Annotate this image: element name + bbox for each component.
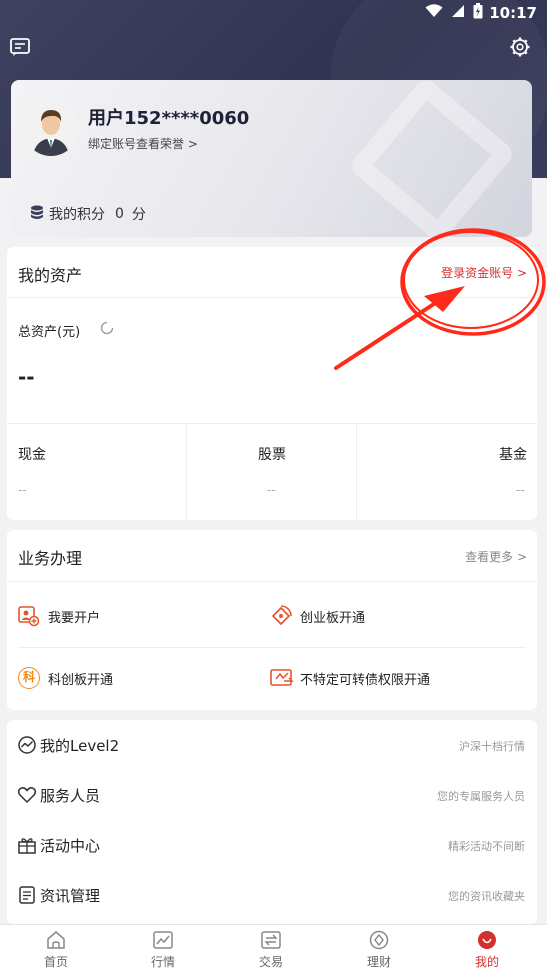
gem-board-icon: [270, 605, 292, 627]
stock-label: 股票: [258, 447, 286, 463]
menu-list-card: 我的Level2 沪深十档行情 服务人员 您的专属服务人员 活动中心 精彩活动不…: [7, 720, 537, 924]
menu-item-hint: 您的专属服务人员: [437, 790, 525, 803]
trade-icon: [260, 930, 282, 950]
total-assets-label: 总资产(元): [18, 325, 81, 340]
star-market-item[interactable]: 科 科创板开通: [18, 667, 113, 689]
menu-item-label: 服务人员: [40, 787, 101, 805]
tab-finance[interactable]: 理财: [349, 930, 409, 970]
login-fund-account-link[interactable]: 登录资金账号 >: [441, 264, 527, 281]
menu-item-label: 资讯管理: [40, 887, 101, 905]
status-time: 10:17: [489, 4, 537, 22]
business-card: 业务办理 查看更多 > 我要开户 创业板开通 科 科创板开通 不特定可转债权限开…: [7, 530, 537, 710]
menu-item-news-management[interactable]: 资讯管理 您的资讯收藏夹: [7, 870, 537, 920]
tab-profile[interactable]: 我的: [457, 930, 517, 970]
star-market-icon: 科: [18, 667, 40, 689]
menu-item-level2[interactable]: 我的Level2 沪深十档行情: [7, 720, 537, 770]
view-more-label: 查看更多: [465, 550, 514, 564]
market-chart-icon: [152, 930, 174, 950]
home-icon: [45, 930, 67, 950]
user-card: 用户152****0060 绑定账号查看荣誉 > 我的积分 0 分: [11, 80, 532, 237]
document-icon: [17, 885, 37, 905]
view-more-link[interactable]: 查看更多 >: [465, 548, 527, 565]
stock-value: --: [267, 483, 276, 497]
gift-icon: [17, 835, 37, 855]
status-bar: 10:17: [0, 0, 547, 26]
points-label: 我的积分: [49, 207, 105, 223]
points-row[interactable]: 我的积分 0 分: [29, 204, 146, 224]
points-value: 0: [115, 206, 124, 222]
menu-item-label: 我的Level2: [40, 737, 120, 755]
tab-label: 我的: [474, 955, 499, 969]
avatar[interactable]: [23, 100, 79, 156]
menu-item-label: 活动中心: [40, 837, 101, 855]
convertible-bond-item[interactable]: 不特定可转债权限开通: [270, 667, 430, 689]
total-assets-value: --: [18, 365, 35, 389]
user-name: 用户152****0060: [88, 108, 250, 129]
settings-gear-icon[interactable]: [509, 36, 531, 58]
finance-icon: [368, 930, 390, 950]
cash-value: --: [18, 483, 27, 497]
fund-value: --: [516, 483, 525, 497]
open-account-label: 我要开户: [48, 610, 101, 626]
heart-icon: [17, 785, 37, 805]
bottom-tab-bar: 首页 行情 交易 理财 我的: [0, 924, 547, 972]
open-account-icon: [18, 605, 40, 627]
tab-market[interactable]: 行情: [133, 930, 193, 970]
chevron-right-icon: >: [187, 137, 198, 151]
cash-label: 现金: [18, 447, 46, 463]
bind-account-label: 绑定账号查看荣誉: [88, 137, 185, 151]
assets-card: 我的资产 登录资金账号 > 总资产(元) -- 现金 -- 股票 -- 基金 -…: [7, 247, 537, 520]
points-unit: 分: [131, 207, 146, 223]
chart-icon: [17, 735, 37, 755]
fund-label: 基金: [499, 447, 527, 463]
menu-item-hint: 您的资讯收藏夹: [448, 890, 525, 903]
tab-label: 行情: [150, 955, 175, 969]
business-title: 业务办理: [18, 549, 83, 568]
tab-label: 首页: [43, 955, 68, 969]
assets-title: 我的资产: [18, 266, 83, 285]
message-icon[interactable]: [9, 36, 31, 58]
open-account-item[interactable]: 我要开户: [18, 605, 100, 627]
tab-home[interactable]: 首页: [26, 930, 86, 970]
star-market-label: 科创板开通: [48, 672, 114, 688]
battery-icon: [473, 3, 483, 23]
tab-trade[interactable]: 交易: [241, 930, 301, 970]
menu-item-service-staff[interactable]: 服务人员 您的专属服务人员: [7, 770, 537, 820]
convertible-bond-label: 不特定可转债权限开通: [300, 672, 431, 688]
bind-account-link[interactable]: 绑定账号查看荣誉 >: [88, 135, 198, 152]
gem-board-item[interactable]: 创业板开通: [270, 605, 365, 627]
profile-icon: [476, 930, 498, 950]
signal-icon: [451, 4, 465, 22]
convertible-bond-icon: [270, 667, 294, 689]
gem-board-label: 创业板开通: [300, 610, 366, 626]
menu-item-hint: 精彩活动不间断: [448, 840, 525, 853]
chevron-right-icon: >: [516, 266, 527, 280]
login-fund-account-label: 登录资金账号: [441, 266, 514, 280]
menu-item-hint: 沪深十档行情: [459, 740, 525, 753]
tab-label: 理财: [366, 955, 391, 969]
coin-stack-icon: [29, 204, 45, 224]
wifi-icon: [425, 4, 443, 22]
menu-item-activity-center[interactable]: 活动中心 精彩活动不间断: [7, 820, 537, 870]
chevron-right-icon: >: [516, 550, 527, 564]
refresh-icon[interactable]: [99, 320, 115, 340]
tab-label: 交易: [258, 955, 283, 969]
